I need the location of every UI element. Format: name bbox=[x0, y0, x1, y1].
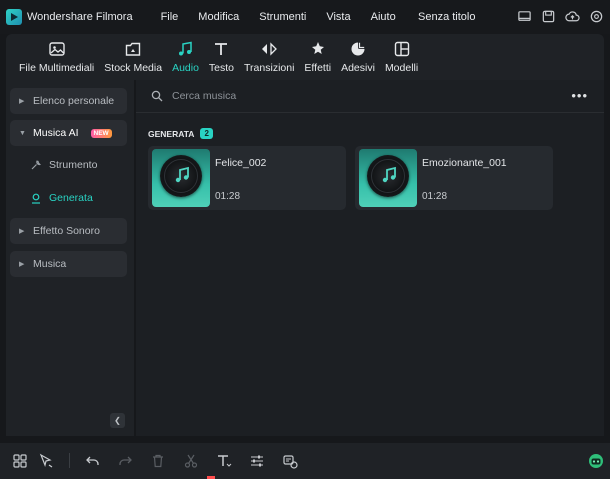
tab-modelli[interactable]: Modelli bbox=[380, 34, 423, 80]
tab-label: Transizioni bbox=[244, 62, 295, 74]
track-card[interactable]: Emozionante_001 01:28 bbox=[355, 146, 553, 210]
vinyl-disc-icon bbox=[367, 155, 409, 197]
menu-file[interactable]: File bbox=[161, 11, 179, 23]
menu-bar: File Modifica Strumenti Vista Aiuto bbox=[161, 11, 416, 23]
tab-label: Modelli bbox=[384, 62, 419, 74]
sticker-icon bbox=[351, 42, 365, 56]
cloud-upload-icon[interactable] bbox=[565, 9, 580, 24]
wrench-icon bbox=[31, 160, 41, 170]
timeline-toolbar bbox=[0, 443, 610, 479]
menu-modifica[interactable]: Modifica bbox=[198, 11, 239, 23]
title-bar: Wondershare Filmora File Modifica Strume… bbox=[0, 0, 610, 34]
tab-testo[interactable]: Testo bbox=[204, 34, 239, 80]
tab-label: Audio bbox=[172, 62, 199, 74]
select-pointer-icon[interactable] bbox=[37, 452, 55, 470]
window-controls bbox=[517, 9, 604, 24]
caret-right-icon: ▶ bbox=[19, 98, 25, 105]
music-note-icon bbox=[175, 166, 189, 183]
effects-icon bbox=[311, 42, 324, 54]
tab-label: Testo bbox=[208, 62, 235, 74]
adjust-sliders-icon[interactable] bbox=[248, 452, 266, 470]
track-duration: 01:28 bbox=[215, 191, 241, 202]
sidebar-item-label: Strumento bbox=[49, 159, 98, 171]
tab-stock-media[interactable]: Stock Media bbox=[99, 34, 167, 80]
vinyl-disc-icon bbox=[160, 155, 202, 197]
tab-label: File Multimediali bbox=[19, 62, 95, 74]
caret-right-icon: ▶ bbox=[19, 228, 25, 235]
menu-aiuto[interactable]: Aiuto bbox=[371, 11, 396, 23]
sidebar-item-generata[interactable]: Generata bbox=[30, 188, 93, 208]
layout-icon[interactable] bbox=[517, 9, 532, 24]
sidebar-item-label: Musica AI bbox=[33, 127, 79, 139]
filmora-logo-icon bbox=[6, 9, 22, 25]
more-options-icon[interactable]: ••• bbox=[571, 88, 588, 103]
sidebar-item-effetto-sonoro[interactable]: ▶ Effetto Sonoro bbox=[10, 218, 127, 244]
sidebar-item-strumento[interactable]: Strumento bbox=[30, 155, 97, 175]
save-icon[interactable] bbox=[541, 9, 556, 24]
sidebar-item-elenco-personale[interactable]: ▶ Elenco personale bbox=[10, 88, 127, 114]
sidebar-item-label: Elenco personale bbox=[33, 95, 115, 107]
tab-transizioni[interactable]: Transizioni bbox=[239, 34, 299, 80]
transition-icon bbox=[262, 42, 278, 56]
tab-label: Stock Media bbox=[104, 62, 163, 74]
undo-icon[interactable] bbox=[84, 452, 102, 470]
search-input[interactable] bbox=[172, 90, 552, 102]
ai-assistant-icon[interactable] bbox=[587, 452, 605, 470]
audio-clip-icon[interactable] bbox=[281, 452, 299, 470]
sidebar-item-label: Generata bbox=[49, 192, 93, 204]
menu-strumenti[interactable]: Strumenti bbox=[259, 11, 306, 23]
app-name: Wondershare Filmora bbox=[27, 11, 133, 23]
music-note-icon bbox=[382, 166, 396, 183]
scissors-icon[interactable] bbox=[182, 452, 200, 470]
tab-label: Adesivi bbox=[341, 62, 375, 74]
track-duration: 01:28 bbox=[422, 191, 448, 202]
settings-icon[interactable] bbox=[589, 9, 604, 24]
location-pin-icon bbox=[32, 193, 40, 204]
sidebar-item-musica-ai[interactable]: ▼ Musica AI NEW bbox=[10, 120, 127, 146]
section-title: GENERATA bbox=[148, 128, 195, 139]
stock-icon bbox=[125, 42, 141, 56]
search-icon bbox=[151, 90, 163, 102]
collapse-sidebar-button[interactable]: ❮ bbox=[110, 413, 125, 428]
track-name: Felice_002 bbox=[215, 157, 267, 169]
delete-icon[interactable] bbox=[149, 452, 167, 470]
section-header: GENERATA 2 bbox=[148, 128, 213, 139]
text-tool-icon[interactable] bbox=[215, 452, 233, 470]
menu-vista[interactable]: Vista bbox=[326, 11, 350, 23]
media-toolbar: File Multimediali Stock Media Audio Test… bbox=[6, 34, 604, 80]
templates-icon bbox=[394, 41, 409, 57]
track-name: Emozionante_001 bbox=[422, 157, 507, 169]
audio-sidebar: ▶ Elenco personale ▼ Musica AI NEW Strum… bbox=[6, 80, 134, 436]
tab-label: Effetti bbox=[304, 62, 332, 74]
tab-adesivi[interactable]: Adesivi bbox=[336, 34, 380, 80]
music-library-panel: ••• GENERATA 2 Felice_002 01:28 Emoziona… bbox=[136, 80, 604, 436]
document-title: Senza titolo bbox=[418, 11, 476, 23]
track-thumbnail bbox=[152, 149, 210, 207]
toolbar-divider bbox=[69, 453, 70, 468]
music-note-icon bbox=[179, 41, 193, 56]
media-icon bbox=[48, 42, 65, 56]
track-thumbnail bbox=[359, 149, 417, 207]
chevron-left-icon: ❮ bbox=[114, 416, 121, 425]
redo-icon[interactable] bbox=[116, 452, 134, 470]
new-badge: NEW bbox=[90, 128, 112, 138]
tab-file-multimediali[interactable]: File Multimediali bbox=[14, 34, 99, 80]
caret-down-icon: ▼ bbox=[19, 129, 26, 137]
sidebar-item-label: Musica bbox=[33, 258, 67, 270]
sidebar-item-musica[interactable]: ▶ Musica bbox=[10, 251, 127, 277]
tab-audio[interactable]: Audio bbox=[167, 34, 204, 80]
caret-right-icon: ▶ bbox=[19, 261, 25, 268]
tab-effetti[interactable]: Effetti bbox=[299, 34, 336, 80]
section-count-badge: 2 bbox=[200, 128, 213, 139]
text-icon bbox=[215, 43, 228, 55]
sidebar-item-label: Effetto Sonoro bbox=[33, 225, 100, 237]
track-card[interactable]: Felice_002 01:28 bbox=[148, 146, 346, 210]
search-bar bbox=[136, 80, 604, 113]
multi-layout-icon[interactable] bbox=[11, 452, 29, 470]
